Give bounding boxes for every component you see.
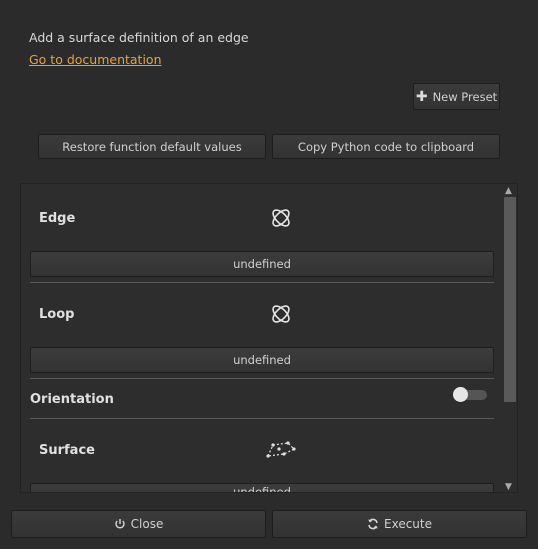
edge-value: undefined xyxy=(233,257,291,271)
separator xyxy=(30,378,494,379)
surface-label: Surface xyxy=(39,443,95,458)
close-label: Close xyxy=(130,517,164,531)
edge-value-button[interactable]: undefined xyxy=(30,251,494,277)
toggle-knob xyxy=(453,387,468,402)
scroll-down-icon[interactable]: ▼ xyxy=(505,482,512,492)
documentation-link[interactable]: Go to documentation xyxy=(29,52,162,67)
parameters-panel: Edge undefined Loop undefined Orientatio… xyxy=(20,183,518,493)
restore-defaults-button[interactable]: Restore function default values xyxy=(38,134,266,159)
loop-value-button[interactable]: undefined xyxy=(30,347,494,373)
refresh-icon xyxy=(368,518,378,530)
loop-label: Loop xyxy=(39,307,75,322)
plus-icon: ✚ xyxy=(415,88,428,105)
copy-python-label: Copy Python code to clipboard xyxy=(297,139,475,154)
loop-value: undefined xyxy=(233,353,291,367)
scroll-up-icon[interactable]: ▲ xyxy=(505,186,512,196)
function-description: Add a surface definition of an edge xyxy=(29,30,249,45)
new-preset-button[interactable]: ✚ New Preset xyxy=(413,83,500,110)
separator xyxy=(30,282,494,283)
restore-defaults-label: Restore function default values xyxy=(62,139,242,154)
surface-value-button[interactable]: undefined xyxy=(30,483,494,493)
execute-label: Execute xyxy=(384,517,432,531)
surface-value: undefined xyxy=(233,485,291,493)
execute-button[interactable]: Execute xyxy=(272,510,527,538)
loop-select-icon[interactable] xyxy=(269,302,293,326)
scrollbar-thumb[interactable] xyxy=(504,197,516,402)
copy-python-button[interactable]: Copy Python code to clipboard xyxy=(272,134,500,159)
power-icon xyxy=(114,519,125,529)
close-button[interactable]: Close xyxy=(11,510,266,538)
orientation-toggle[interactable] xyxy=(453,387,487,402)
new-preset-label: New Preset xyxy=(432,89,498,104)
orientation-label: Orientation xyxy=(30,392,114,407)
separator xyxy=(30,418,494,419)
surface-select-icon[interactable] xyxy=(266,440,296,460)
edge-label: Edge xyxy=(39,211,76,226)
edge-select-icon[interactable] xyxy=(269,206,293,230)
